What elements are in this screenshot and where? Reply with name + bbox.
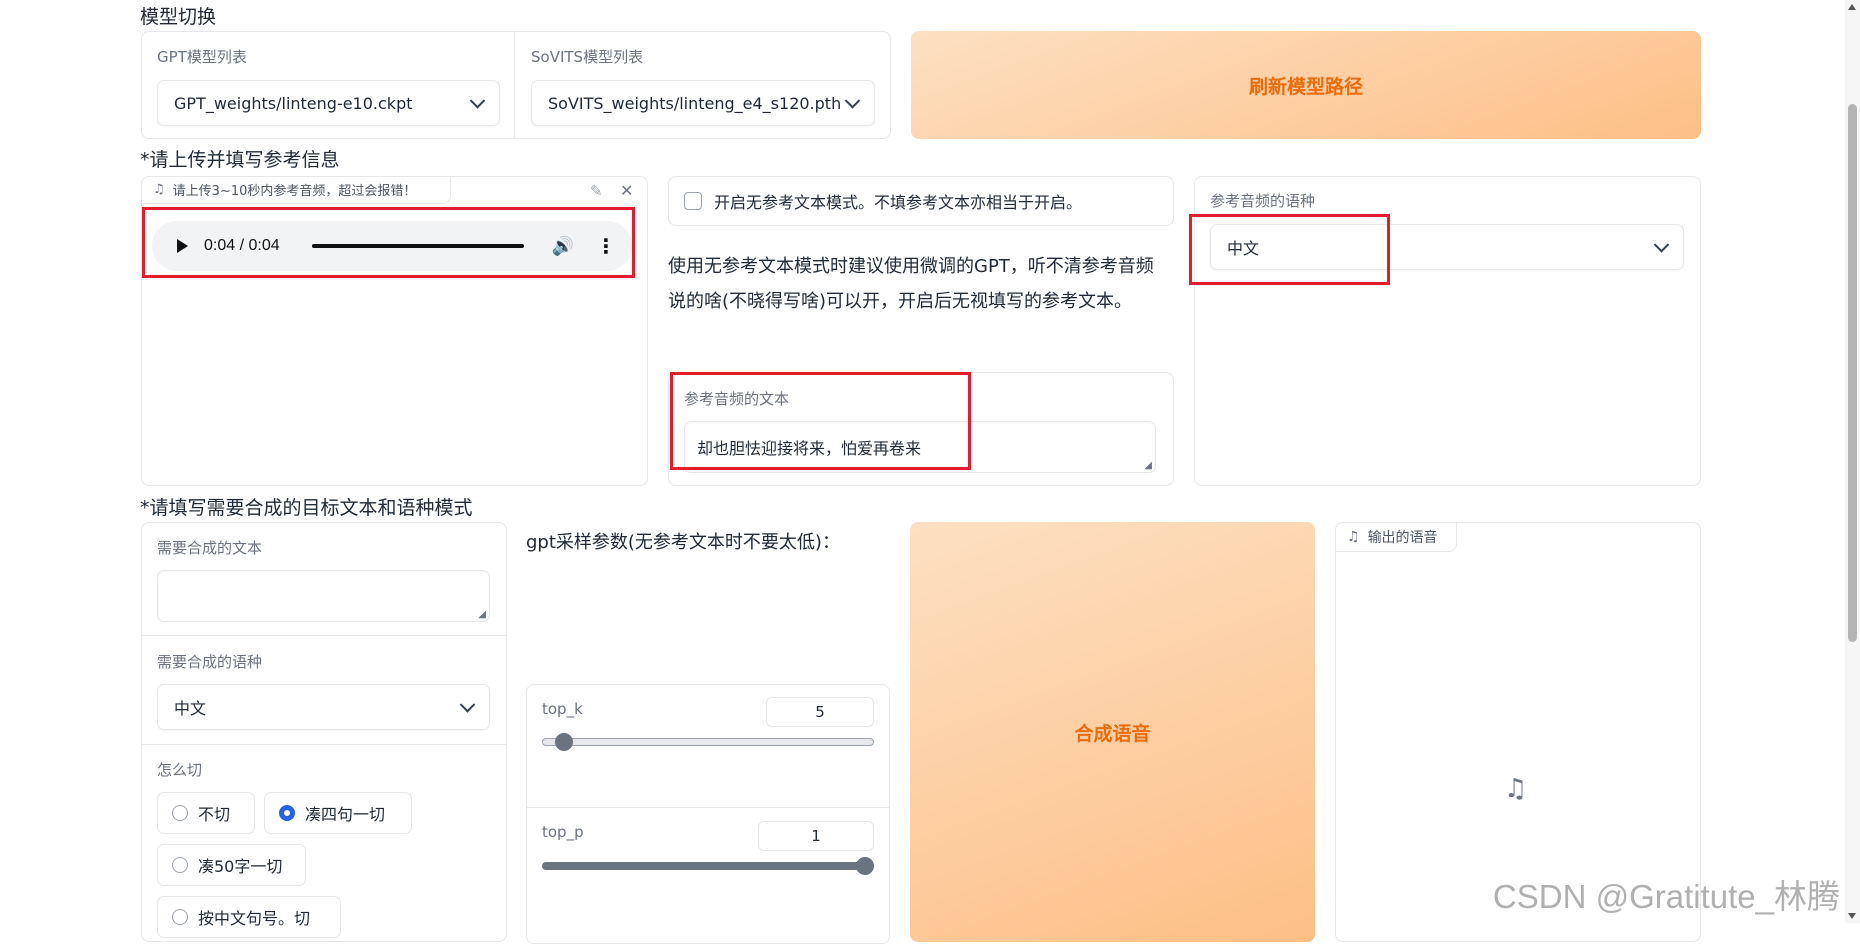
gpt-model-value: GPT_weights/linteng-e10.ckpt bbox=[174, 93, 413, 113]
target-lang-label: 需要合成的语种 bbox=[157, 653, 263, 671]
synthesize-button[interactable]: 合成语音 bbox=[910, 522, 1315, 942]
resize-handle-icon[interactable]: ◢ bbox=[1144, 460, 1152, 471]
edit-icon[interactable]: ✎ bbox=[590, 182, 603, 200]
cut-option-none[interactable]: 不切 bbox=[157, 792, 255, 834]
refresh-models-button[interactable]: 刷新模型路径 bbox=[911, 31, 1701, 139]
gpt-model-dropdown[interactable]: GPT_weights/linteng-e10.ckpt bbox=[157, 80, 500, 126]
no-ref-hint-text: 使用无参考文本模式时建议使用微调的GPT，听不清参考音频说的啥(不晓得写啥)可以… bbox=[668, 256, 1154, 312]
scroll-up-arrow-icon[interactable] bbox=[1848, 4, 1856, 10]
scrollbar-track[interactable] bbox=[1845, 0, 1860, 923]
cut-option-chinese-period[interactable]: 按中文句号。切 bbox=[157, 896, 341, 938]
audio-progress-fill bbox=[311, 244, 524, 248]
music-note-icon: ♫ bbox=[1504, 774, 1528, 804]
section-title-reference: *请上传并填写参考信息 bbox=[140, 149, 340, 171]
audio-player[interactable]: 0:04 / 0:04 🔊 ⋮ bbox=[152, 221, 632, 271]
cut-option-50-chars[interactable]: 凑50字一切 bbox=[157, 844, 306, 886]
chevron-down-icon bbox=[1653, 237, 1670, 253]
cut-option-label: 按中文句号。切 bbox=[198, 909, 311, 928]
chevron-down-icon bbox=[459, 697, 476, 713]
cut-option-label: 凑50字一切 bbox=[198, 857, 283, 876]
sovits-model-value: SoVITS_weights/linteng_e4_s120.pth bbox=[548, 93, 842, 113]
radio-button[interactable] bbox=[172, 805, 188, 821]
annotation-highlight-ref-lang bbox=[1189, 214, 1390, 285]
top-k-input[interactable]: 5 bbox=[766, 697, 874, 727]
output-audio-label: 输出的语音 bbox=[1367, 529, 1438, 546]
radio-button[interactable] bbox=[172, 857, 188, 873]
no-ref-mode-panel: 开启无参考文本模式。不填参考文本亦相当于开启。 bbox=[668, 176, 1174, 226]
audio-time: 0:04 / 0:04 bbox=[204, 237, 280, 254]
top-k-slider-track[interactable] bbox=[542, 738, 874, 746]
top-p-label: top_p bbox=[542, 823, 584, 841]
play-icon[interactable] bbox=[177, 239, 188, 253]
target-lang-dropdown[interactable]: 中文 bbox=[157, 684, 490, 730]
volume-icon[interactable]: 🔊 bbox=[552, 236, 574, 257]
target-text-input[interactable]: ◢ bbox=[157, 570, 490, 622]
chevron-down-icon bbox=[844, 93, 861, 109]
music-note-icon: ♫ bbox=[153, 182, 165, 197]
cut-option-label: 不切 bbox=[198, 805, 231, 824]
watermark: CSDN @Gratitute_林腾 bbox=[1492, 878, 1840, 915]
divider bbox=[526, 807, 890, 808]
cut-method-label: 怎么切 bbox=[157, 761, 203, 779]
resize-handle-icon[interactable]: ◢ bbox=[478, 609, 486, 620]
divider bbox=[141, 635, 507, 636]
sovits-model-label: SoVITS模型列表 bbox=[531, 48, 644, 66]
audio-progress-bar[interactable] bbox=[311, 244, 524, 248]
sovits-model-dropdown[interactable]: SoVITS_weights/linteng_e4_s120.pth bbox=[531, 80, 875, 126]
radio-button-selected[interactable] bbox=[279, 805, 295, 821]
top-k-slider-thumb[interactable] bbox=[554, 733, 573, 751]
scrollbar-thumb[interactable] bbox=[1848, 104, 1857, 642]
cut-option-label: 凑四句一切 bbox=[305, 805, 386, 824]
reference-audio-label-tag: ♫ 请上传3~10秒内参考音频，超过会报错！ bbox=[141, 176, 451, 204]
top-p-slider-track[interactable] bbox=[542, 862, 874, 870]
gpt-params-label: gpt采样参数(无参考文本时不要太低)： bbox=[526, 532, 840, 553]
section-title-target: *请填写需要合成的目标文本和语种模式 bbox=[140, 497, 473, 519]
music-note-icon: ♫ bbox=[1347, 528, 1360, 545]
target-text-label: 需要合成的文本 bbox=[157, 539, 263, 557]
top-p-slider-thumb[interactable] bbox=[856, 857, 874, 875]
gpt-model-label: GPT模型列表 bbox=[157, 48, 247, 66]
reference-lang-label: 参考音频的语种 bbox=[1210, 192, 1316, 210]
scroll-down-arrow-icon[interactable] bbox=[1848, 913, 1856, 919]
top-k-label: top_k bbox=[542, 700, 583, 718]
panel-divider bbox=[514, 32, 515, 138]
top-p-input[interactable]: 1 bbox=[758, 821, 874, 851]
no-ref-mode-label: 开启无参考文本模式。不填参考文本亦相当于开启。 bbox=[714, 193, 1083, 212]
section-title-model-switch: 模型切换 bbox=[140, 6, 217, 28]
chevron-down-icon bbox=[469, 93, 486, 109]
annotation-highlight-ref-text bbox=[670, 372, 971, 470]
close-icon[interactable]: ✕ bbox=[620, 181, 633, 200]
output-audio-label-tag: ♫ 输出的语音 bbox=[1335, 522, 1457, 552]
more-options-icon[interactable]: ⋮ bbox=[596, 234, 616, 258]
divider bbox=[141, 744, 507, 745]
reference-audio-upload-label: 请上传3~10秒内参考音频，超过会报错！ bbox=[172, 184, 417, 199]
no-ref-mode-checkbox[interactable] bbox=[684, 192, 702, 210]
target-lang-value: 中文 bbox=[174, 699, 207, 718]
cut-option-four-sentences[interactable]: 凑四句一切 bbox=[264, 792, 412, 834]
